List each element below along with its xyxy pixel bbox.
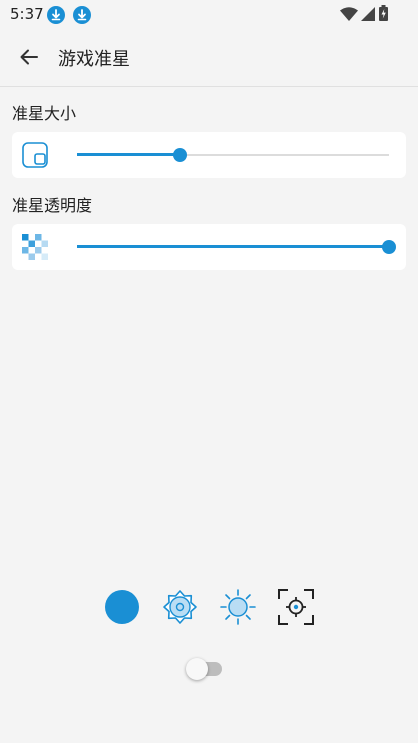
opacity-card [12,224,406,270]
signal-icon [361,7,375,21]
filled-circle-icon[interactable] [103,588,141,626]
slider-fill [77,245,389,248]
size-card [12,132,406,178]
gear-circle-icon[interactable] [161,588,199,626]
sun-circle-icon[interactable] [219,588,257,626]
opacity-label: 准星透明度 [12,196,93,215]
status-bar: 5:37 [0,0,418,28]
battery-icon [379,5,388,21]
size-slider[interactable] [77,145,389,165]
app-bar: 游戏准星 [0,28,418,87]
toggle-knob [186,658,208,680]
page-title: 游戏准星 [58,49,130,70]
target-crosshair-icon[interactable] [277,588,315,626]
checkerboard-transparency-icon [22,234,48,260]
slider-fill [77,153,180,156]
status-time: 5:37 [10,5,44,23]
opacity-slider[interactable] [77,237,396,257]
download-icon [47,6,65,24]
crosshair-toggle[interactable] [186,657,224,681]
slider-thumb[interactable] [172,148,187,162]
resize-square-icon [22,142,48,168]
wifi-icon [340,7,358,21]
download-icon [73,6,91,24]
size-label: 准星大小 [12,104,77,123]
arrow-left-icon[interactable] [14,42,44,72]
slider-thumb[interactable] [382,240,396,254]
